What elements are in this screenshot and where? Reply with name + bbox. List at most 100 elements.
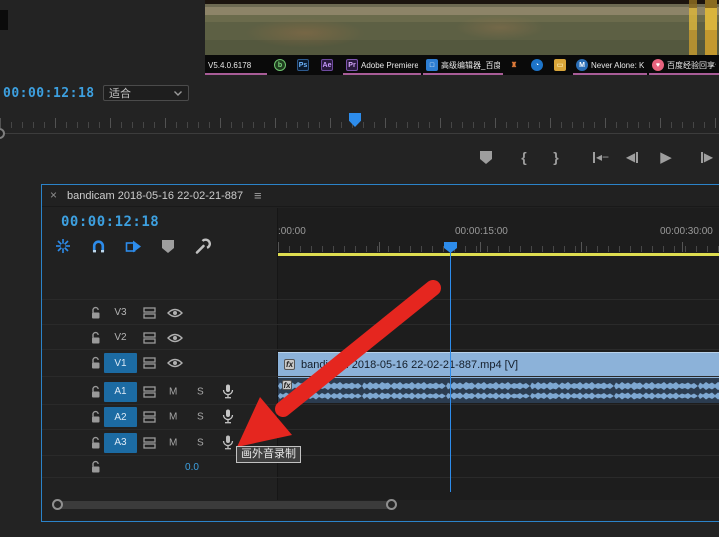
track-name-v2[interactable]: V2 xyxy=(104,328,137,348)
track-name-a1[interactable]: A1 xyxy=(104,381,137,402)
after-effects-icon: Ae xyxy=(321,59,333,71)
taskbar-item-version[interactable]: V5.4.0.6178 xyxy=(205,55,267,75)
play-button[interactable]: ▶ xyxy=(656,148,676,166)
green-app-icon: b xyxy=(274,59,286,71)
snap-toggle-button[interactable] xyxy=(88,237,108,255)
mute-button-a2[interactable]: M xyxy=(169,412,177,423)
taskbar-icon-blue-circle[interactable]: ◔ xyxy=(528,55,546,75)
corner-notch xyxy=(0,10,8,30)
sync-lock-icon[interactable] xyxy=(143,411,157,424)
taskbar-icon-app[interactable]: b xyxy=(271,55,289,75)
game-task-label: Never Alone: Ki E... xyxy=(591,60,644,70)
program-timecode: 00:00:12:18 xyxy=(3,86,95,101)
step-forward-button[interactable]: ▶ xyxy=(696,148,718,166)
voiceover-record-icon[interactable] xyxy=(222,384,234,400)
taskbar-item-baidu[interactable]: ♥ 百度经验回享计划-... xyxy=(649,55,719,75)
work-area-bar[interactable] xyxy=(278,253,719,256)
voiceover-record-icon-hovered[interactable] xyxy=(222,435,234,451)
taskbar-icon-photoshop[interactable]: Ps xyxy=(294,55,312,75)
browser-task-label: 高级编辑器_百度经... xyxy=(441,60,500,70)
premiere-pro-screen: { "taskbar": { "version_label": "V5.4.0.… xyxy=(0,0,719,537)
audio-waveform xyxy=(278,378,719,403)
track-output-eye-icon[interactable] xyxy=(167,332,183,343)
play-icon: ▶ xyxy=(660,149,672,166)
photoshop-icon: Ps xyxy=(297,59,309,71)
timeline-zoom-scrollbar[interactable] xyxy=(55,501,395,509)
linked-selection-button[interactable] xyxy=(123,237,143,255)
playhead-line xyxy=(450,252,451,492)
taskbar-item-premiere[interactable]: Pr Adobe Premiere ... xyxy=(343,55,421,75)
add-marker-button[interactable] xyxy=(478,148,494,166)
ruler-label-0: :00:00 xyxy=(278,226,306,237)
sync-lock-icon[interactable] xyxy=(143,385,157,398)
premiere-task-label: Adobe Premiere ... xyxy=(361,60,418,70)
track-name-v1[interactable]: V1 xyxy=(104,353,137,373)
mute-button-a3[interactable]: M xyxy=(169,437,177,448)
master-audio-level[interactable]: 0.0 xyxy=(172,462,212,473)
taskbar-item-game[interactable]: M Never Alone: Ki E... xyxy=(573,55,647,75)
nest-toggle-button[interactable] xyxy=(53,237,73,255)
step-forward-bar xyxy=(700,151,703,163)
lock-open-icon[interactable] xyxy=(90,331,101,344)
solo-button-a3[interactable]: S xyxy=(197,437,204,448)
mute-button-a1[interactable]: M xyxy=(169,386,177,397)
taskbar-icon-pointer[interactable]: ♜ xyxy=(505,55,523,75)
monitor-seek-handle[interactable] xyxy=(0,128,5,139)
arrow-left-icon: ◂− xyxy=(595,150,610,164)
mark-out-button[interactable]: } xyxy=(550,148,562,166)
video-preview-frame xyxy=(205,0,719,55)
voiceover-record-icon[interactable] xyxy=(222,409,234,425)
step-back-icon: ◀ xyxy=(625,150,636,164)
ruler-label-30: 00:00:30:00 xyxy=(660,226,713,237)
track-name-a3[interactable]: A3 xyxy=(104,432,137,453)
premiere-icon: Pr xyxy=(346,59,358,71)
go-to-in-icon xyxy=(592,151,595,163)
track-name-a2[interactable]: A2 xyxy=(104,407,137,427)
timeline-add-marker-button[interactable] xyxy=(158,237,178,255)
solo-button-a1[interactable]: S xyxy=(197,386,204,397)
lock-open-icon[interactable] xyxy=(90,385,101,398)
track-output-eye-icon[interactable] xyxy=(167,307,183,318)
track-output-eye-icon[interactable] xyxy=(167,358,183,369)
game-icon: M xyxy=(576,59,588,71)
row-divider xyxy=(42,477,719,478)
sync-lock-icon[interactable] xyxy=(143,436,157,449)
monitor-seek-bar[interactable] xyxy=(0,133,719,134)
pointer-icon: ♜ xyxy=(510,62,518,69)
sequence-tab-title[interactable]: bandicam 2018-05-16 22-02-21-887 xyxy=(67,190,243,202)
panel-menu-icon[interactable]: ≡ xyxy=(254,188,262,203)
zoom-level-select[interactable]: 适合 xyxy=(103,85,189,101)
lock-open-icon[interactable] xyxy=(90,306,101,319)
taskbar-icon-aftereffects[interactable]: Ae xyxy=(318,55,336,75)
taskbar-item-browser[interactable]: □ 高级编辑器_百度经... xyxy=(423,55,503,75)
zoom-handle-left[interactable] xyxy=(52,499,63,510)
fx-badge-icon: fx xyxy=(282,380,292,390)
fx-badge-icon: fx xyxy=(284,359,295,370)
track-name-v3[interactable]: V3 xyxy=(104,303,137,323)
go-to-in-button[interactable]: ◂− xyxy=(589,148,613,166)
mark-in-button[interactable]: { xyxy=(518,148,530,166)
taskbar-icon-folder[interactable]: ▭ xyxy=(551,55,569,75)
video-clip-v1[interactable]: fx bandicam 2018-05-16 22-02-21-887.mp4 … xyxy=(278,352,719,376)
track-header-v3: V3 xyxy=(42,300,277,325)
sync-lock-icon[interactable] xyxy=(143,306,157,319)
audio-clip-a1[interactable]: fx xyxy=(278,377,719,403)
timeline-settings-button[interactable] xyxy=(192,237,212,255)
step-back-button[interactable]: ◀ xyxy=(621,148,643,166)
timeline-timecode[interactable]: 00:00:12:18 xyxy=(61,214,159,230)
timeline-ruler[interactable] xyxy=(278,242,719,252)
close-tab-icon[interactable]: × xyxy=(50,188,57,202)
sync-lock-icon[interactable] xyxy=(143,357,157,370)
solo-button-a2[interactable]: S xyxy=(197,412,204,423)
zoom-handle-right[interactable] xyxy=(386,499,397,510)
step-back-bar xyxy=(636,151,639,163)
lock-open-icon[interactable] xyxy=(90,356,101,370)
lock-open-icon[interactable] xyxy=(90,460,101,473)
lock-open-icon[interactable] xyxy=(90,410,101,424)
track-header-v1: V1 xyxy=(42,350,277,376)
magnet-icon xyxy=(92,239,104,252)
lock-open-icon[interactable] xyxy=(90,436,101,449)
timeline-tab-bar: × bandicam 2018-05-16 22-02-21-887 ≡ xyxy=(42,185,719,207)
timeline-panel: × bandicam 2018-05-16 22-02-21-887 ≡ 00:… xyxy=(41,184,719,522)
sync-lock-icon[interactable] xyxy=(143,331,157,344)
